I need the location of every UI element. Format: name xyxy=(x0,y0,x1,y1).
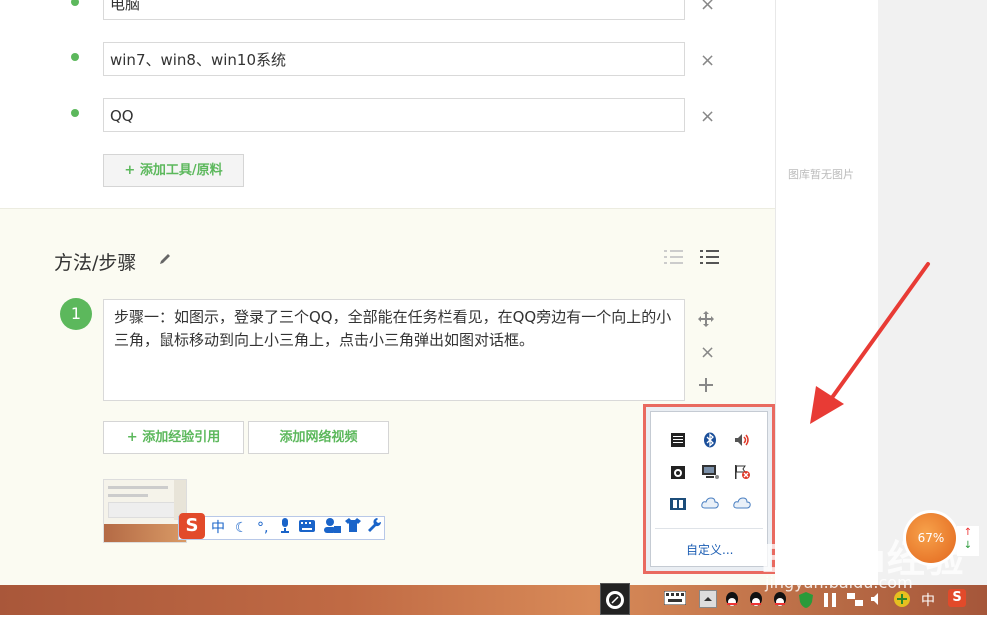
speed-ball-widget[interactable]: 67% xyxy=(906,513,956,563)
usb-device-icon[interactable] xyxy=(822,591,838,607)
remove-tool-button[interactable]: × xyxy=(700,108,715,126)
pencil-icon[interactable] xyxy=(158,251,172,270)
network-icon[interactable] xyxy=(846,591,863,607)
divider xyxy=(655,528,763,529)
punctuation-icon[interactable]: °, xyxy=(257,517,268,539)
unordered-list-icon[interactable] xyxy=(700,248,720,270)
customize-link[interactable]: 自定义... xyxy=(686,541,733,558)
tool-input-3[interactable]: QQ xyxy=(103,98,685,132)
sogou-logo-icon[interactable]: S xyxy=(179,513,205,539)
taskbar-ime-indicator[interactable]: 中 xyxy=(921,590,935,610)
delete-step-button[interactable]: × xyxy=(700,344,715,362)
step-text-editor[interactable]: 步骤一：如图示，登录了三个QQ，全部能在任务栏看见，在QQ旁边有一个向上的小三角… xyxy=(103,299,685,401)
ime-language-toggle[interactable]: 中 xyxy=(211,517,225,539)
camera-icon[interactable] xyxy=(669,464,687,480)
add-tool-button[interactable]: + 添加工具/原料 xyxy=(103,154,244,187)
step-image-thumbnail[interactable] xyxy=(103,479,187,543)
volume-icon[interactable] xyxy=(870,591,886,607)
tool-input-2[interactable]: win7、win8、win10系统 xyxy=(103,42,685,76)
add-reference-button[interactable]: + 添加经验引用 xyxy=(103,421,244,454)
security-shield-icon[interactable] xyxy=(798,591,814,608)
tray-expand-button[interactable] xyxy=(699,590,717,608)
speed-indicator: ↑ ↓ xyxy=(957,526,979,556)
flag-icon[interactable] xyxy=(733,464,751,480)
sogou-tray-icon[interactable]: S xyxy=(948,589,966,607)
camera-app-button[interactable] xyxy=(600,583,630,615)
bullet-dot xyxy=(71,0,79,6)
tray-overflow-popup: 自定义... xyxy=(643,404,775,574)
moon-icon[interactable]: ☾ xyxy=(235,517,248,539)
cloud-icon[interactable] xyxy=(701,496,719,512)
qq-icon[interactable] xyxy=(748,591,764,607)
add-step-icon[interactable] xyxy=(698,377,714,397)
qq-icon[interactable] xyxy=(772,591,788,607)
bullet-dot xyxy=(71,109,79,117)
step-number-badge: 1 xyxy=(60,298,92,330)
keyboard-icon[interactable] xyxy=(669,432,687,448)
user-icon[interactable] xyxy=(323,517,341,540)
ime-toolbar: S 中 ☾ °, xyxy=(178,513,385,540)
annotation-arrow-icon xyxy=(810,262,930,424)
bullet-dot xyxy=(71,53,79,61)
remove-tool-button[interactable]: × xyxy=(700,52,715,70)
move-icon[interactable] xyxy=(697,310,715,332)
keyboard-icon[interactable] xyxy=(299,517,315,539)
tool-input-1[interactable]: 电脑 xyxy=(103,0,685,20)
keyboard-icon[interactable] xyxy=(663,590,687,607)
bluetooth-icon[interactable] xyxy=(701,432,719,448)
add-video-button[interactable]: 添加网络视频 xyxy=(248,421,389,454)
section-title: 方法/步骤 xyxy=(54,252,137,274)
add-plus-icon[interactable] xyxy=(893,590,910,607)
ordered-list-icon[interactable] xyxy=(664,248,684,270)
baidu-watermark-url: jingyan.baidu.com xyxy=(765,573,913,592)
cloud-icon[interactable] xyxy=(733,496,751,512)
gallery-panel xyxy=(775,0,879,510)
gallery-empty-text: 图库暂无图片 xyxy=(788,168,854,181)
remove-tool-button[interactable]: × xyxy=(700,0,715,14)
monitor-icon[interactable] xyxy=(701,464,719,480)
skin-icon[interactable] xyxy=(345,517,361,540)
wrench-icon[interactable] xyxy=(367,517,382,540)
app-icon[interactable] xyxy=(669,496,687,512)
volume-icon[interactable] xyxy=(733,432,751,448)
microphone-icon[interactable] xyxy=(279,517,291,540)
tray-popup-body: 自定义... xyxy=(650,411,768,567)
qq-icon[interactable] xyxy=(724,591,740,607)
